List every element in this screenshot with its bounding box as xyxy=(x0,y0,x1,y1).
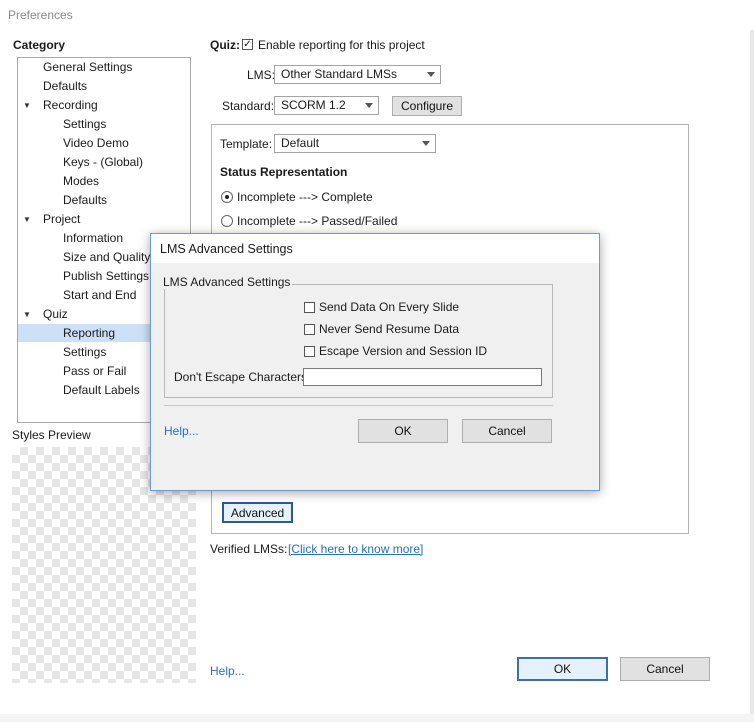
window-title: Preferences xyxy=(8,8,73,22)
template-label: Template: xyxy=(220,137,273,151)
expand-arrow-icon[interactable]: ▼ xyxy=(23,310,31,319)
dialog-ok-button[interactable]: OK xyxy=(358,419,448,443)
chevron-down-icon xyxy=(422,141,430,146)
chevron-down-icon xyxy=(365,103,373,108)
styles-preview-label: Styles Preview xyxy=(12,428,91,442)
configure-button[interactable]: Configure xyxy=(392,96,462,116)
quiz-label: Quiz: xyxy=(210,38,240,52)
template-select[interactable]: Default xyxy=(274,134,436,153)
status-complete-radio[interactable] xyxy=(221,191,233,203)
dialog-title: LMS Advanced Settings xyxy=(160,242,293,256)
tree-item-general-settings[interactable]: General Settings xyxy=(43,58,132,76)
status-passed-failed-radio[interactable] xyxy=(221,215,233,227)
lms-select[interactable]: Other Standard LMSs xyxy=(274,65,441,84)
escape-version-session-label: Escape Version and Session ID xyxy=(319,344,488,358)
tree-item-quiz[interactable]: Quiz xyxy=(43,305,68,323)
tree-item-modes[interactable]: Modes xyxy=(63,172,99,190)
verified-lms-link[interactable]: [Click here to know more] xyxy=(288,542,423,556)
tree-item-size-and-quality[interactable]: Size and Quality xyxy=(63,248,150,266)
window-edge xyxy=(750,30,754,722)
advanced-button[interactable]: Advanced xyxy=(222,502,293,523)
enable-reporting-checkbox[interactable]: ✓ xyxy=(242,39,253,50)
ok-button[interactable]: OK xyxy=(517,657,608,681)
tree-item-recording-defaults[interactable]: Defaults xyxy=(63,191,107,209)
never-send-resume-data-checkbox[interactable] xyxy=(304,324,315,335)
never-send-resume-data-label: Never Send Resume Data xyxy=(319,322,460,336)
tree-item-default-labels[interactable]: Default Labels xyxy=(63,381,140,399)
escape-version-session-checkbox[interactable] xyxy=(304,346,315,357)
tree-item-defaults[interactable]: Defaults xyxy=(43,77,87,95)
tree-item-video-demo[interactable]: Video Demo xyxy=(63,134,129,152)
tree-item-quiz-settings[interactable]: Settings xyxy=(63,343,106,361)
tree-item-project[interactable]: Project xyxy=(43,210,80,228)
dialog-separator xyxy=(164,405,553,406)
tree-item-pass-or-fail[interactable]: Pass or Fail xyxy=(63,362,126,380)
lms-advanced-settings-dialog: LMS Advanced Settings LMS Advanced Setti… xyxy=(150,233,600,491)
standard-select[interactable]: SCORM 1.2 xyxy=(274,96,379,115)
lms-settings-group-label: LMS Advanced Settings xyxy=(161,275,293,289)
standard-label: Standard: xyxy=(222,99,275,113)
title-bar xyxy=(0,0,754,30)
dialog-help-link[interactable]: Help... xyxy=(164,424,199,438)
tree-item-recording[interactable]: Recording xyxy=(43,96,98,114)
expand-arrow-icon[interactable]: ▼ xyxy=(23,215,31,224)
send-data-every-slide-label: Send Data On Every Slide xyxy=(319,300,460,314)
status-representation-heading: Status Representation xyxy=(220,165,348,179)
tree-item-label: Reporting xyxy=(63,326,116,340)
tree-item-publish-settings[interactable]: Publish Settings xyxy=(63,267,149,285)
dont-escape-characters-input[interactable] xyxy=(303,368,542,386)
dialog-cancel-button[interactable]: Cancel xyxy=(462,419,552,443)
bottom-strip xyxy=(0,714,754,722)
lms-label: LMS: xyxy=(247,68,276,82)
tree-item-recording-settings[interactable]: Settings xyxy=(63,115,106,133)
tree-item-information[interactable]: Information xyxy=(63,229,123,247)
status-complete-label: Incomplete ---> Complete xyxy=(237,190,373,204)
standard-select-value: SCORM 1.2 xyxy=(281,98,346,112)
verified-lms-label: Verified LMSs: xyxy=(210,542,288,556)
cancel-button[interactable]: Cancel xyxy=(620,657,710,681)
template-select-value: Default xyxy=(281,136,320,150)
chevron-down-icon xyxy=(427,72,435,77)
tree-item-start-and-end[interactable]: Start and End xyxy=(63,286,136,304)
category-heading: Category xyxy=(13,38,66,52)
help-link[interactable]: Help... xyxy=(210,664,245,678)
lms-select-value: Other Standard LMSs xyxy=(281,67,398,81)
tree-item-keys-global[interactable]: Keys - (Global) xyxy=(63,153,143,171)
status-passed-failed-label: Incomplete ---> Passed/Failed xyxy=(237,214,398,228)
enable-reporting-label: Enable reporting for this project xyxy=(258,38,425,52)
send-data-every-slide-checkbox[interactable] xyxy=(304,302,315,313)
dont-escape-characters-label: Don't Escape Characters: xyxy=(174,370,311,384)
expand-arrow-icon[interactable]: ▼ xyxy=(23,101,31,110)
